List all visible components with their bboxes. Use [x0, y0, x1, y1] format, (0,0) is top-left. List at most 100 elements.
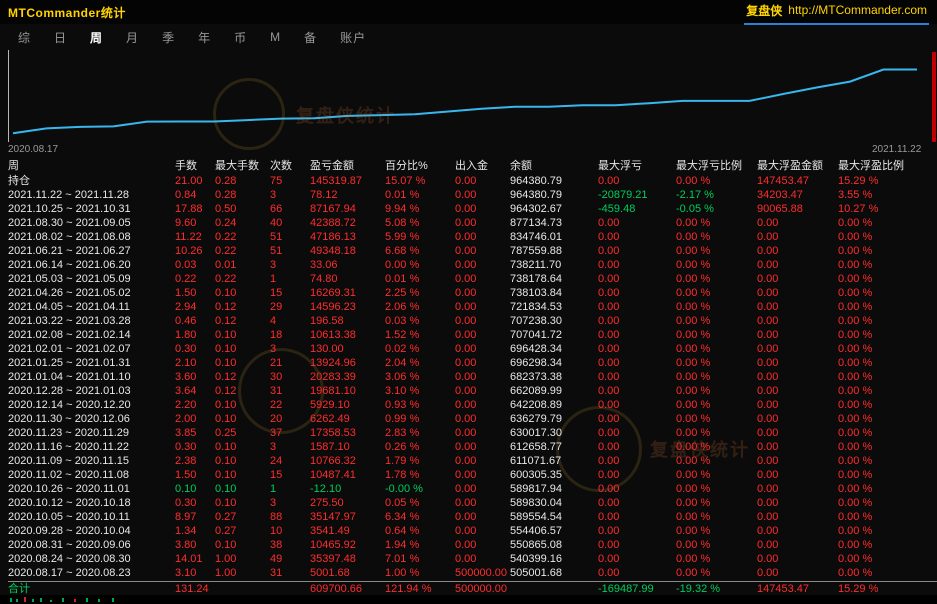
table-cell: 40 [270, 216, 310, 230]
table-cell: 2020.09.28 ~ 2020.10.04 [8, 524, 175, 538]
menu-tab-周[interactable]: 周 [90, 29, 103, 46]
table-cell: -0.05 % [676, 202, 757, 216]
table-body: 持仓21.000.2875145319.8715.07 %0.00964380.… [8, 174, 937, 580]
table-cell: 51 [270, 244, 310, 258]
menu-tab-币[interactable]: 币 [234, 29, 247, 46]
table-row[interactable]: 2020.11.02 ~ 2020.11.081.500.101510487.4… [8, 468, 937, 482]
table-cell: 609700.66 [310, 582, 385, 596]
table-row[interactable]: 2020.11.16 ~ 2020.11.220.300.1031587.100… [8, 440, 937, 454]
table-row[interactable]: 2021.05.03 ~ 2021.05.090.220.22174.800.0… [8, 272, 937, 286]
table-cell: 17358.53 [310, 426, 385, 440]
table-row[interactable]: 2020.12.28 ~ 2021.01.033.640.123119681.1… [8, 384, 937, 398]
table-cell: 0.00 % [676, 356, 757, 370]
table-cell: 0.00 [757, 566, 838, 580]
table-row[interactable]: 2020.11.09 ~ 2020.11.152.380.102410766.3… [8, 454, 937, 468]
table-row[interactable]: 2020.10.26 ~ 2020.11.010.100.101-12.10-0… [8, 482, 937, 496]
table-cell: 540399.16 [510, 552, 598, 566]
table-row[interactable]: 2020.09.28 ~ 2020.10.041.340.27103541.49… [8, 524, 937, 538]
brand-url-link[interactable]: http://MTCommander.com [788, 3, 927, 17]
table-row[interactable]: 2021.10.25 ~ 2021.10.3117.880.506687167.… [8, 202, 937, 216]
table-cell: 0.00 % [838, 342, 937, 356]
table-cell: 0.01 [215, 258, 270, 272]
brand-area: 复盘侠 http://MTCommander.com [744, 0, 929, 25]
menu-tab-账户[interactable]: 账户 [340, 29, 366, 46]
menu-tab-综[interactable]: 综 [18, 29, 31, 46]
table-cell: 0.00 [598, 230, 676, 244]
table-cell: 0.00 [757, 426, 838, 440]
table-cell: 0.00 [757, 398, 838, 412]
menu-tab-季[interactable]: 季 [162, 29, 175, 46]
table-cell: 550865.08 [510, 538, 598, 552]
table-cell: 0.46 [175, 314, 215, 328]
table-row[interactable]: 2021.08.30 ~ 2021.09.059.600.244042388.7… [8, 216, 937, 230]
table-cell: 0.00 [455, 412, 510, 426]
table-cell: 0.00 [455, 356, 510, 370]
table-row[interactable]: 2021.02.08 ~ 2021.02.141.800.101810613.3… [8, 328, 937, 342]
table-cell: 0.05 % [385, 496, 455, 510]
table-cell: 0.00 [598, 258, 676, 272]
table-cell: 2020.10.05 ~ 2020.10.11 [8, 510, 175, 524]
table-cell: 2020.11.16 ~ 2020.11.22 [8, 440, 175, 454]
table-row[interactable]: 2021.01.25 ~ 2021.01.312.100.102113924.9… [8, 356, 937, 370]
table-row[interactable]: 2021.08.02 ~ 2021.08.0811.220.225147186.… [8, 230, 937, 244]
table-cell: -0.00 % [385, 482, 455, 496]
table-cell: 0.00 % [838, 566, 937, 580]
menu-tab-备[interactable]: 备 [304, 29, 317, 46]
table-cell: 0.99 % [385, 412, 455, 426]
column-header: 最大浮亏比例 [676, 158, 757, 174]
menu-tab-年[interactable]: 年 [198, 29, 211, 46]
table-cell: 2.25 % [385, 286, 455, 300]
table-cell: 0.00 [598, 440, 676, 454]
table-cell: 0.93 % [385, 398, 455, 412]
table-cell: 0.22 [175, 272, 215, 286]
table-cell: 145319.87 [310, 174, 385, 188]
table-row[interactable]: 2020.11.30 ~ 2020.12.062.000.10206262.49… [8, 412, 937, 426]
table-cell: 1587.10 [310, 440, 385, 454]
table-row[interactable]: 2020.08.17 ~ 2020.08.233.101.00315001.68… [8, 566, 937, 580]
table-cell: 0.00 % [838, 356, 937, 370]
table-cell: 0.00 [455, 384, 510, 398]
table-cell: 696298.34 [510, 356, 598, 370]
table-cell: 2.20 [175, 398, 215, 412]
table-cell: 964380.79 [510, 188, 598, 202]
table-cell: 0.00 [598, 426, 676, 440]
menu-tab-M[interactable]: M [270, 30, 281, 44]
table-row[interactable]: 2021.02.01 ~ 2021.02.070.300.103130.000.… [8, 342, 937, 356]
table-cell: 2.00 [175, 412, 215, 426]
table-cell: 707041.72 [510, 328, 598, 342]
table-cell: 589830.04 [510, 496, 598, 510]
table-cell: 0.00 [455, 342, 510, 356]
table-cell: 2020.08.24 ~ 2020.08.30 [8, 552, 175, 566]
table-cell: 0.12 [215, 370, 270, 384]
column-header: 百分比% [385, 158, 455, 174]
table-cell: 3.55 % [838, 188, 937, 202]
table-row[interactable]: 持仓21.000.2875145319.8715.07 %0.00964380.… [8, 174, 937, 188]
table-row[interactable]: 2020.08.24 ~ 2020.08.3014.011.004935397.… [8, 552, 937, 566]
table-cell: 0.00 [455, 272, 510, 286]
table-row[interactable]: 2020.08.31 ~ 2020.09.063.800.103810465.9… [8, 538, 937, 552]
table-row[interactable]: 2021.06.21 ~ 2021.06.2710.260.225149348.… [8, 244, 937, 258]
menu-tab-月[interactable]: 月 [126, 29, 139, 46]
table-cell: 0.00 [598, 538, 676, 552]
table-cell: 24 [270, 454, 310, 468]
table-row[interactable]: 2020.12.14 ~ 2020.12.202.200.10225929.10… [8, 398, 937, 412]
table-cell: 16269.31 [310, 286, 385, 300]
table-row[interactable]: 2020.11.23 ~ 2020.11.293.850.253717358.5… [8, 426, 937, 440]
chart-right-scroll-bar[interactable] [932, 52, 936, 142]
table-row[interactable]: 2020.10.12 ~ 2020.10.180.300.103275.500.… [8, 496, 937, 510]
table-row[interactable]: 2021.01.04 ~ 2021.01.103.600.123020283.3… [8, 370, 937, 384]
table-cell: 0.00 [455, 216, 510, 230]
table-row[interactable]: 2021.04.26 ~ 2021.05.021.500.101516269.3… [8, 286, 937, 300]
table-cell: 612658.77 [510, 440, 598, 454]
table-cell: 1.79 % [385, 454, 455, 468]
table-row[interactable]: 2021.04.05 ~ 2021.04.112.940.122914596.2… [8, 300, 937, 314]
table-row[interactable]: 2021.11.22 ~ 2021.11.280.840.28378.120.0… [8, 188, 937, 202]
table-cell: 4 [270, 314, 310, 328]
table-row[interactable]: 2020.10.05 ~ 2020.10.118.970.278835147.9… [8, 510, 937, 524]
table-row[interactable]: 2021.06.14 ~ 2021.06.200.030.01333.060.0… [8, 258, 937, 272]
menu-tab-日[interactable]: 日 [54, 29, 67, 46]
table-cell: 0.00 [455, 188, 510, 202]
table-row[interactable]: 2021.03.22 ~ 2021.03.280.460.124196.580.… [8, 314, 937, 328]
table-cell: 0.00 % [838, 216, 937, 230]
table-cell: 10613.38 [310, 328, 385, 342]
